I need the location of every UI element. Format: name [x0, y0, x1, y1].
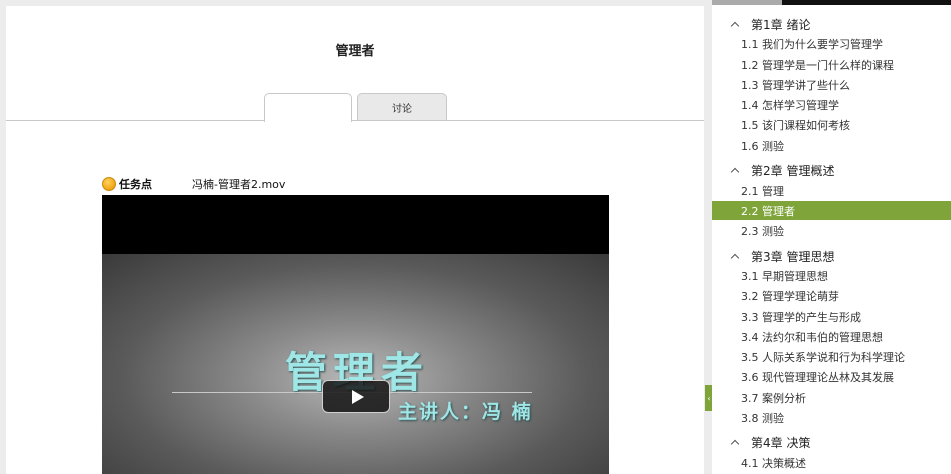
play-icon — [351, 389, 364, 404]
main-content: 管理者 讨论 任务点 冯楠-管理者2.mov 管理者 主讲人：冯 楠 — [6, 6, 704, 474]
play-button[interactable] — [322, 380, 390, 413]
lesson-3-6[interactable]: 3.6 现代管理理论丛林及其发展 — [712, 367, 951, 386]
chapter-title: 第4章 决策 — [751, 435, 811, 450]
video-frame: 管理者 主讲人：冯 楠 — [102, 254, 609, 474]
lesson-1-3[interactable]: 1.3 管理学讲了些什么 — [712, 75, 951, 94]
chapter-2[interactable]: 第2章 管理概述 — [712, 160, 951, 180]
lesson-2-2-active[interactable]: 2.2 管理者 — [712, 201, 951, 220]
task-row: 任务点 冯楠-管理者2.mov — [102, 175, 522, 193]
lesson-1-6[interactable]: 1.6 测验 — [712, 136, 951, 155]
chapter-title: 第3章 管理思想 — [751, 249, 835, 264]
tab-discuss[interactable]: 讨论 — [357, 93, 447, 121]
lesson-3-1[interactable]: 3.1 早期管理思想 — [712, 266, 951, 285]
lesson-3-4[interactable]: 3.4 法约尔和韦伯的管理思想 — [712, 327, 951, 346]
lesson-4-1[interactable]: 4.1 决策概述 — [712, 453, 951, 472]
lesson-3-8[interactable]: 3.8 测验 — [712, 408, 951, 427]
page-title: 管理者 — [335, 44, 375, 59]
task-point-label: 任务点 — [119, 178, 152, 191]
lesson-1-5[interactable]: 1.5 该门课程如何考核 — [712, 115, 951, 134]
chevron-up-icon — [730, 437, 740, 447]
video-file-name: 冯楠-管理者2.mov — [192, 178, 286, 191]
video-player[interactable]: 管理者 主讲人：冯 楠 — [102, 195, 609, 474]
lesson-3-3[interactable]: 3.3 管理学的产生与形成 — [712, 307, 951, 326]
chapter-title: 第1章 绪论 — [751, 17, 811, 32]
lesson-2-1[interactable]: 2.1 管理 — [712, 181, 951, 200]
lesson-1-1[interactable]: 1.1 我们为什么要学习管理学 — [712, 34, 951, 53]
course-outline-sidebar: 第1章 绪论 1.1 我们为什么要学习管理学 1.2 管理学是一门什么样的课程 … — [712, 0, 951, 474]
chapter-1[interactable]: 第1章 绪论 — [712, 14, 951, 34]
lesson-1-4[interactable]: 1.4 怎样学习管理学 — [712, 95, 951, 114]
task-point-icon — [102, 177, 116, 191]
sidebar-top-bar-highlight — [712, 0, 782, 5]
chevron-up-icon — [730, 165, 740, 175]
chapter-title: 第2章 管理概述 — [751, 163, 835, 178]
tab-divider — [6, 120, 704, 121]
chevron-up-icon — [730, 251, 740, 261]
lesson-1-2[interactable]: 1.2 管理学是一门什么样的课程 — [712, 55, 951, 74]
lesson-3-7[interactable]: 3.7 案例分析 — [712, 388, 951, 407]
lesson-2-3[interactable]: 2.3 测验 — [712, 221, 951, 240]
chapter-4[interactable]: 第4章 决策 — [712, 432, 951, 452]
lesson-3-5[interactable]: 3.5 人际关系学说和行为科学理论 — [712, 347, 951, 366]
app-window: 管理者 讨论 任务点 冯楠-管理者2.mov 管理者 主讲人：冯 楠 ‹ 第1章… — [0, 0, 951, 474]
tab-content[interactable] — [264, 93, 352, 122]
chapter-3[interactable]: 第3章 管理思想 — [712, 246, 951, 266]
lesson-3-2[interactable]: 3.2 管理学理论萌芽 — [712, 286, 951, 305]
video-speaker-text: 主讲人：冯 楠 — [398, 401, 533, 423]
chevron-up-icon — [730, 19, 740, 29]
